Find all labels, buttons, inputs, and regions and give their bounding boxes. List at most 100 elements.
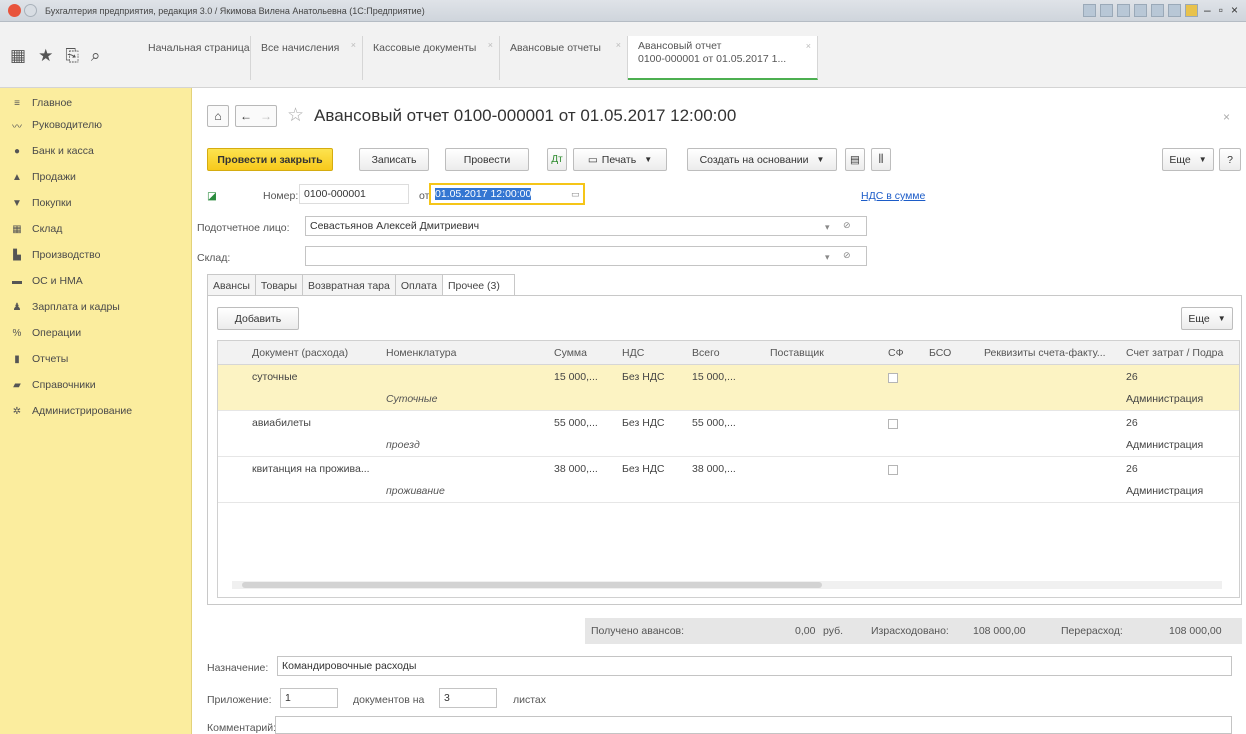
- column-header[interactable]: СФ: [888, 347, 904, 359]
- tab-current-document[interactable]: Авансовый отчет 0100-000001 от 01.05.201…: [628, 36, 818, 80]
- forward-arrow-icon[interactable]: →: [260, 109, 272, 123]
- info-icon[interactable]: [1185, 3, 1199, 17]
- tab-all-accruals[interactable]: Все начисления ×: [251, 36, 363, 80]
- sidebar-item-sales[interactable]: ▲ Продажи: [0, 164, 191, 190]
- scrollbar-thumb[interactable]: [242, 582, 822, 588]
- tab-payment[interactable]: Оплата: [394, 274, 442, 296]
- totals-bar: Получено авансов: 0,00 руб. Израсходован…: [585, 618, 1242, 644]
- dt-kt-icon[interactable]: Дт: [547, 148, 567, 171]
- toolbar-icon[interactable]: [1117, 3, 1131, 17]
- toolbar-icon[interactable]: [1151, 3, 1165, 17]
- report-icon[interactable]: ▤: [845, 148, 865, 171]
- close-form-icon[interactable]: ×: [1223, 110, 1230, 124]
- column-header[interactable]: Номенклатура: [386, 347, 456, 359]
- comment-field[interactable]: [275, 716, 1232, 734]
- table-more-button[interactable]: Еще ▼: [1181, 307, 1233, 330]
- toolbar-icon[interactable]: [1083, 3, 1097, 17]
- table-row[interactable]: авиабилеты проезд 55 000,... Без НДС 55 …: [218, 411, 1239, 457]
- toolbar-icon[interactable]: [1168, 3, 1182, 17]
- open-link-icon[interactable]: ⊘: [843, 220, 851, 231]
- sidebar-item-salary[interactable]: ♟ Зарплата и кадры: [0, 294, 191, 320]
- tab-home[interactable]: Начальная страница: [138, 36, 251, 80]
- tab-cash-documents[interactable]: Кассовые документы ×: [363, 36, 500, 80]
- tab-advances[interactable]: Авансы: [207, 274, 255, 296]
- sidebar-item-reports[interactable]: ▮ Отчеты: [0, 346, 191, 372]
- tab-returnable-packaging[interactable]: Возвратная тара: [302, 274, 395, 296]
- tab-label-line1: Авансовый отчет: [638, 40, 722, 52]
- column-header[interactable]: Поставщик: [770, 347, 824, 359]
- column-header[interactable]: Сумма: [554, 347, 587, 359]
- window-controls: – ▫ ×: [1083, 3, 1240, 17]
- tab-other[interactable]: Прочее (3): [441, 274, 515, 296]
- sidebar-item-main[interactable]: ≡ Главное: [0, 94, 191, 112]
- favorites-star-icon[interactable]: ★: [38, 46, 53, 66]
- person-field[interactable]: Севастьянов Алексей Дмитриевич: [305, 216, 867, 236]
- tab-expense-reports[interactable]: Авансовые отчеты ×: [500, 36, 628, 80]
- more-button[interactable]: Еще ▼: [1162, 148, 1214, 171]
- favorite-star-icon[interactable]: ☆: [287, 104, 304, 127]
- calendar-icon[interactable]: ▭: [571, 189, 580, 200]
- invoice-checkbox[interactable]: [888, 419, 898, 429]
- vat-in-sum-link[interactable]: НДС в сумме: [861, 190, 925, 202]
- sections-sidebar: ≡ Главное 〰 Руководителю ● Банк и касса ▲ Пр…: [0, 88, 192, 734]
- date-field[interactable]: 01.05.2017 12:00:00: [429, 183, 585, 205]
- column-header[interactable]: Всего: [692, 347, 720, 359]
- coin-icon: ●: [13, 145, 21, 157]
- currency-label: руб.: [823, 625, 844, 637]
- column-header[interactable]: Реквизиты счета-факту...: [984, 347, 1106, 359]
- create-based-on-button[interactable]: Создать на основании ▼: [687, 148, 837, 171]
- chevron-down-icon[interactable]: ▾: [825, 252, 830, 263]
- received-value: 0,00: [795, 625, 816, 637]
- sidebar-item-fixed-assets[interactable]: ▬ ОС и НМА: [0, 268, 191, 294]
- close-icon[interactable]: ×: [806, 40, 811, 53]
- column-header[interactable]: НДС: [622, 347, 644, 359]
- sidebar-item-bank[interactable]: ● Банк и касса: [0, 138, 191, 164]
- tab-label: Авансовые отчеты: [510, 42, 601, 54]
- expenses-table: Документ (расхода) Номенклатура Сумма НД…: [217, 340, 1240, 598]
- sidebar-item-production[interactable]: ▙ Производство: [0, 242, 191, 268]
- help-button[interactable]: ?: [1219, 148, 1241, 171]
- sidebar-item-operations[interactable]: % Операции: [0, 320, 191, 346]
- toolbar-icon[interactable]: [1134, 3, 1148, 17]
- attachment-count-field[interactable]: 1: [280, 688, 338, 708]
- column-header[interactable]: БСО: [929, 347, 951, 359]
- invoice-checkbox[interactable]: [888, 465, 898, 475]
- tab-goods[interactable]: Товары: [254, 274, 303, 296]
- open-link-icon[interactable]: ⊘: [843, 250, 851, 261]
- minimize-icon[interactable]: –: [1202, 3, 1213, 17]
- table-row[interactable]: квитанция на прожива... проживание 38 00…: [218, 457, 1239, 503]
- history-icon[interactable]: ⎘: [65, 46, 79, 66]
- post-button[interactable]: Провести: [445, 148, 529, 171]
- table-row[interactable]: суточные Суточные 15 000,... Без НДС 15 …: [218, 365, 1239, 411]
- column-header[interactable]: Счет затрат / Подра: [1126, 347, 1223, 359]
- close-window-icon[interactable]: ×: [1229, 3, 1240, 17]
- invoice-checkbox[interactable]: [888, 373, 898, 383]
- sidebar-item-manager[interactable]: 〰 Руководителю: [0, 112, 191, 138]
- search-icon[interactable]: ⌕: [91, 46, 101, 66]
- print-button[interactable]: ▭ Печать ▼: [573, 148, 667, 171]
- close-icon[interactable]: ×: [616, 40, 621, 50]
- sidebar-item-purchases[interactable]: ▼ Покупки: [0, 190, 191, 216]
- column-header[interactable]: Документ (расхода): [252, 347, 348, 359]
- warehouse-field[interactable]: [305, 246, 867, 266]
- purpose-field[interactable]: Командировочные расходы: [277, 656, 1232, 676]
- post-and-close-button[interactable]: Провести и закрыть: [207, 148, 333, 171]
- maximize-icon[interactable]: ▫: [1217, 3, 1225, 17]
- horizontal-scrollbar[interactable]: [232, 581, 1222, 589]
- add-button[interactable]: Добавить: [217, 307, 299, 330]
- home-button[interactable]: ⌂: [207, 104, 229, 127]
- back-arrow-icon[interactable]: ←: [240, 109, 252, 123]
- close-icon[interactable]: ×: [488, 40, 493, 50]
- save-button[interactable]: Записать: [359, 148, 429, 171]
- attachment-icon[interactable]: ⫼: [871, 148, 891, 171]
- sidebar-item-warehouse[interactable]: ▦ Склад: [0, 216, 191, 242]
- chevron-down-icon[interactable]: ▾: [825, 222, 830, 233]
- sidebar-item-catalogs[interactable]: ▰ Справочники: [0, 372, 191, 398]
- pages-count-field[interactable]: 3: [439, 688, 497, 708]
- sidebar-item-administration[interactable]: ✲ Администрирование: [0, 398, 191, 424]
- apps-grid-icon[interactable]: ▦: [10, 46, 26, 66]
- close-icon[interactable]: ×: [351, 40, 356, 50]
- window-menu-icon[interactable]: [24, 4, 37, 17]
- number-field[interactable]: 0100-000001: [299, 184, 409, 204]
- toolbar-icon[interactable]: [1100, 3, 1114, 17]
